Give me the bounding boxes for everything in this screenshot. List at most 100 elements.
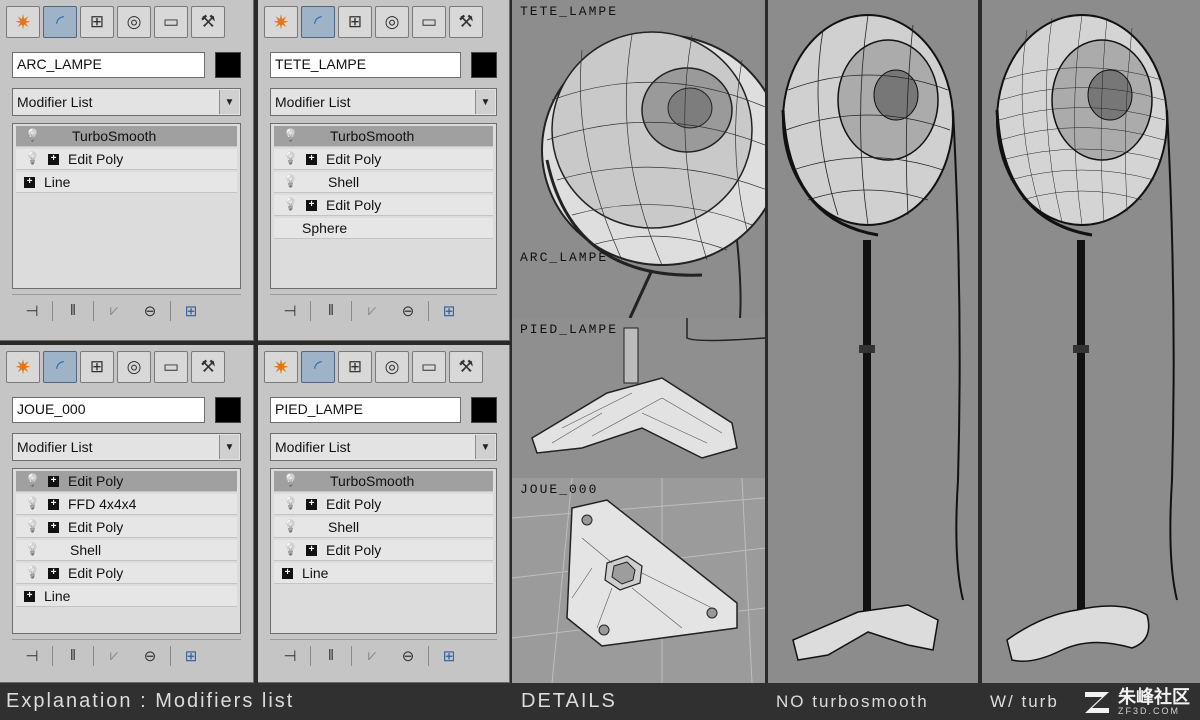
display-icon[interactable]: ▭ xyxy=(412,6,446,38)
hierarchy-icon[interactable]: ⊞ xyxy=(80,6,114,38)
expand-plus-icon[interactable]: + xyxy=(48,154,59,165)
lightbulb-icon[interactable]: 💡 xyxy=(25,151,40,165)
pin-stack-icon[interactable]: ⊣ xyxy=(16,644,48,668)
expand-plus-icon[interactable]: + xyxy=(306,499,317,510)
make-unique-icon[interactable]: ⩗ xyxy=(98,644,130,668)
lightbulb-icon[interactable]: 💡 xyxy=(283,151,298,165)
modifier-stack-item[interactable]: 💡 + FFD 4x4x4 xyxy=(16,494,237,515)
expand-plus-icon[interactable]: + xyxy=(24,591,35,602)
chevron-down-icon[interactable]: ▼ xyxy=(475,90,495,114)
modifier-stack-item[interactable]: + Line xyxy=(16,172,237,193)
pin-stack-icon[interactable]: ⊣ xyxy=(16,299,48,323)
modifier-stack-item[interactable]: + Line xyxy=(274,563,493,584)
expand-plus-icon[interactable]: + xyxy=(48,499,59,510)
remove-modifier-icon[interactable]: ⊖ xyxy=(134,299,166,323)
pin-stack-icon[interactable]: ⊣ xyxy=(274,644,306,668)
viewport-with-turbosmooth[interactable] xyxy=(982,0,1200,683)
modifier-stack-item[interactable]: 💡 + Edit Poly xyxy=(16,471,237,492)
modifier-stack-item[interactable]: 💡 + Edit Poly xyxy=(16,517,237,538)
hierarchy-icon[interactable]: ⊞ xyxy=(338,6,372,38)
make-unique-icon[interactable]: ⩗ xyxy=(98,299,130,323)
expand-plus-icon[interactable]: + xyxy=(306,545,317,556)
create-icon[interactable]: ✷ xyxy=(264,351,298,383)
create-icon[interactable]: ✷ xyxy=(6,6,40,38)
chevron-down-icon[interactable]: ▼ xyxy=(475,435,495,459)
lightbulb-icon[interactable]: 💡 xyxy=(283,542,298,556)
expand-plus-icon[interactable]: + xyxy=(48,522,59,533)
make-unique-icon[interactable]: ⩗ xyxy=(356,644,388,668)
motion-icon[interactable]: ◎ xyxy=(117,6,151,38)
modifier-stack-item[interactable]: 💡 + Edit Poly xyxy=(274,149,493,170)
lightbulb-icon[interactable]: 💡 xyxy=(283,197,298,211)
show-end-result-icon[interactable]: ‖ xyxy=(315,299,347,323)
expand-plus-icon[interactable]: + xyxy=(48,476,59,487)
expand-plus-icon[interactable]: + xyxy=(48,568,59,579)
make-unique-icon[interactable]: ⩗ xyxy=(356,299,388,323)
utilities-icon[interactable]: ⚒ xyxy=(449,351,483,383)
viewport-pied-lampe[interactable]: PIED_LAMPE xyxy=(512,318,765,478)
configure-sets-icon[interactable]: ⊞ xyxy=(433,299,465,323)
object-name-field[interactable]: ARC_LAMPE xyxy=(12,52,205,78)
create-icon[interactable]: ✷ xyxy=(264,6,298,38)
expand-plus-icon[interactable]: + xyxy=(24,177,35,188)
remove-modifier-icon[interactable]: ⊖ xyxy=(134,644,166,668)
modifier-list-dropdown[interactable]: Modifier List ▼ xyxy=(12,433,241,461)
modifier-stack-item[interactable]: 💡 + Edit Poly xyxy=(274,540,493,561)
configure-sets-icon[interactable]: ⊞ xyxy=(433,644,465,668)
chevron-down-icon[interactable]: ▼ xyxy=(219,435,239,459)
modifier-list-dropdown[interactable]: Modifier List ▼ xyxy=(270,433,497,461)
remove-modifier-icon[interactable]: ⊖ xyxy=(392,299,424,323)
lightbulb-icon[interactable]: 💡 xyxy=(283,519,298,533)
display-icon[interactable]: ▭ xyxy=(154,6,188,38)
motion-icon[interactable]: ◎ xyxy=(375,6,409,38)
modifier-stack-item[interactable]: + Line xyxy=(16,586,237,607)
modifier-list-dropdown[interactable]: Modifier List ▼ xyxy=(12,88,241,116)
modify-icon[interactable]: ◜ xyxy=(301,6,335,38)
create-icon[interactable]: ✷ xyxy=(6,351,40,383)
object-color-swatch[interactable] xyxy=(215,52,241,78)
utilities-icon[interactable]: ⚒ xyxy=(449,6,483,38)
display-icon[interactable]: ▭ xyxy=(412,351,446,383)
lightbulb-icon[interactable]: 💡 xyxy=(25,128,40,142)
viewport-joue[interactable]: JOUE_000 xyxy=(512,478,765,683)
configure-sets-icon[interactable]: ⊞ xyxy=(175,299,207,323)
modifier-stack-item[interactable]: 💡 Shell xyxy=(274,517,493,538)
show-end-result-icon[interactable]: ‖ xyxy=(315,644,347,668)
modifier-stack-item[interactable]: 💡 + Edit Poly xyxy=(16,563,237,584)
show-end-result-icon[interactable]: ‖ xyxy=(57,299,89,323)
lightbulb-icon[interactable]: 💡 xyxy=(25,496,40,510)
modifier-stack-item[interactable]: 💡 + Edit Poly xyxy=(274,195,493,216)
modifier-stack-item[interactable]: 💡 Shell xyxy=(274,172,493,193)
modifier-list-dropdown[interactable]: Modifier List ▼ xyxy=(270,88,497,116)
viewport-tete-lampe[interactable]: TETE_LAMPE ARC_LAMPE xyxy=(512,0,765,318)
expand-plus-icon[interactable]: + xyxy=(282,568,293,579)
lightbulb-icon[interactable]: 💡 xyxy=(25,473,40,487)
expand-plus-icon[interactable]: + xyxy=(306,154,317,165)
object-name-field[interactable]: PIED_LAMPE xyxy=(270,397,461,423)
lightbulb-icon[interactable]: 💡 xyxy=(25,519,40,533)
show-end-result-icon[interactable]: ‖ xyxy=(57,644,89,668)
modifier-stack-item[interactable]: 💡 + Edit Poly xyxy=(16,149,237,170)
modifier-stack-item[interactable]: 💡 + Edit Poly xyxy=(274,494,493,515)
configure-sets-icon[interactable]: ⊞ xyxy=(175,644,207,668)
modifier-stack-item[interactable]: 💡 TurboSmooth xyxy=(16,126,237,147)
object-color-swatch[interactable] xyxy=(471,52,497,78)
lightbulb-icon[interactable]: 💡 xyxy=(283,496,298,510)
object-name-field[interactable]: JOUE_000 xyxy=(12,397,205,423)
modify-icon[interactable]: ◜ xyxy=(43,6,77,38)
hierarchy-icon[interactable]: ⊞ xyxy=(338,351,372,383)
motion-icon[interactable]: ◎ xyxy=(117,351,151,383)
remove-modifier-icon[interactable]: ⊖ xyxy=(392,644,424,668)
lightbulb-icon[interactable]: 💡 xyxy=(25,565,40,579)
object-name-field[interactable]: TETE_LAMPE xyxy=(270,52,461,78)
lightbulb-icon[interactable]: 💡 xyxy=(25,542,40,556)
expand-plus-icon[interactable]: + xyxy=(306,200,317,211)
modifier-stack-item[interactable]: 💡 TurboSmooth xyxy=(274,126,493,147)
modifier-stack-item[interactable]: Sphere xyxy=(274,218,493,239)
motion-icon[interactable]: ◎ xyxy=(375,351,409,383)
modifier-stack-item[interactable]: 💡 TurboSmooth xyxy=(274,471,493,492)
lightbulb-icon[interactable]: 💡 xyxy=(283,473,298,487)
modifier-stack-item[interactable]: 💡 Shell xyxy=(16,540,237,561)
modify-icon[interactable]: ◜ xyxy=(43,351,77,383)
chevron-down-icon[interactable]: ▼ xyxy=(219,90,239,114)
